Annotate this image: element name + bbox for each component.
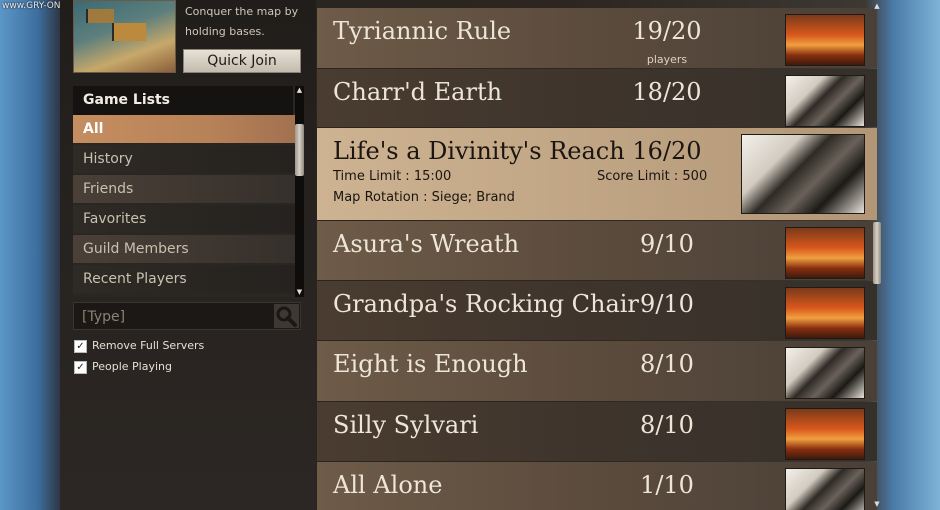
arrow-down-icon[interactable]: ▼ [295, 288, 304, 297]
map-thumbnail [785, 347, 865, 399]
game-list-item-guild-members[interactable]: Guild Members [73, 235, 299, 263]
arrow-down-icon[interactable]: ▼ [872, 500, 882, 510]
server-player-count: 16/20 [632, 137, 702, 165]
people-playing-checkbox[interactable]: ✓ People Playing [74, 360, 172, 374]
map-thumbnail [785, 408, 865, 460]
game-mode-description: Conquer the map by holding bases. [185, 5, 299, 38]
server-name: Life's a Divinity's Reach [333, 137, 625, 165]
server-row[interactable]: Grandpa's Rocking Chair 9/10 [317, 281, 877, 340]
map-thumbnail [785, 468, 865, 510]
server-row[interactable]: All Alone 1/10 [317, 462, 877, 510]
game-mode-image [73, 0, 176, 73]
arrow-up-icon[interactable]: ▲ [295, 86, 304, 95]
server-row[interactable]: Charr'd Earth 18/20 [317, 69, 877, 127]
server-name: Eight is Enough [333, 350, 528, 378]
map-thumbnail [741, 134, 865, 214]
checkmark-icon[interactable]: ✓ [74, 339, 87, 353]
server-row[interactable]: Silly Sylvari 8/10 [317, 402, 877, 461]
score-limit: Score Limit : 500 [597, 169, 708, 184]
people-playing-label: People Playing [92, 360, 172, 373]
map-thumbnail [785, 227, 865, 279]
server-player-count: 9/10 [640, 230, 694, 258]
time-limit: Time Limit : 15:00 [333, 169, 452, 184]
server-name: Grandpa's Rocking Chair [333, 290, 639, 318]
scrollbar-thumb[interactable] [873, 222, 881, 284]
game-list-item-recent-players[interactable]: Recent Players [73, 265, 299, 293]
server-row[interactable]: Eight is Enough 8/10 [317, 341, 877, 401]
banner-flag-icon [86, 9, 114, 23]
server-player-count: 19/20 [632, 17, 702, 45]
players-caption: players [646, 53, 688, 66]
map-thumbnail [785, 75, 865, 127]
server-list-scrollbar[interactable]: ▲ ▼ [872, 0, 882, 510]
server-name: All Alone [333, 471, 443, 499]
arrow-up-icon[interactable]: ▲ [872, 2, 882, 12]
game-lists-header: Game Lists [73, 86, 293, 115]
scrollbar-thumb[interactable] [295, 124, 304, 176]
server-name: Asura's Wreath [333, 230, 520, 258]
game-list-item-friends[interactable]: Friends [73, 175, 299, 203]
server-row-selected[interactable]: Life's a Divinity's Reach 16/20 Time Lim… [317, 128, 877, 220]
server-player-count: 8/10 [640, 350, 694, 378]
game-list-item-favorites[interactable]: Favorites [73, 205, 299, 233]
server-row[interactable]: Tyriannic Rule 19/20 players [317, 8, 877, 68]
server-name: Tyriannic Rule [333, 17, 512, 45]
server-list: Tyriannic Rule 19/20 players Charr'd Ear… [317, 0, 877, 510]
server-name: Charr'd Earth [333, 78, 503, 106]
game-list-item-history[interactable]: History [73, 145, 299, 173]
map-rotation: Map Rotation : Siege; Brand [333, 190, 515, 205]
search-button[interactable] [274, 304, 299, 328]
server-player-count: 8/10 [640, 411, 694, 439]
server-name: Silly Sylvari [333, 411, 479, 439]
magnifier-icon [276, 306, 297, 327]
remove-full-servers-label: Remove Full Servers [92, 339, 205, 352]
banner-flag-icon [112, 23, 146, 41]
search-box [73, 302, 301, 330]
map-thumbnail [785, 287, 865, 339]
checkmark-icon[interactable]: ✓ [74, 360, 87, 374]
remove-full-servers-checkbox[interactable]: ✓ Remove Full Servers [74, 339, 204, 353]
server-player-count: 9/10 [640, 290, 694, 318]
game-list-item-all[interactable]: All [73, 115, 299, 143]
game-lists-scrollbar[interactable]: ▲ ▼ [295, 86, 304, 297]
search-input[interactable] [80, 306, 274, 328]
quick-join-button[interactable]: Quick Join [183, 49, 301, 73]
server-player-count: 18/20 [632, 78, 702, 106]
server-player-count: 1/10 [640, 471, 694, 499]
game-lists-panel: Game Lists All History Friends Favorites… [73, 86, 301, 297]
map-thumbnail [785, 14, 865, 66]
server-row[interactable]: Asura's Wreath 9/10 [317, 221, 877, 280]
